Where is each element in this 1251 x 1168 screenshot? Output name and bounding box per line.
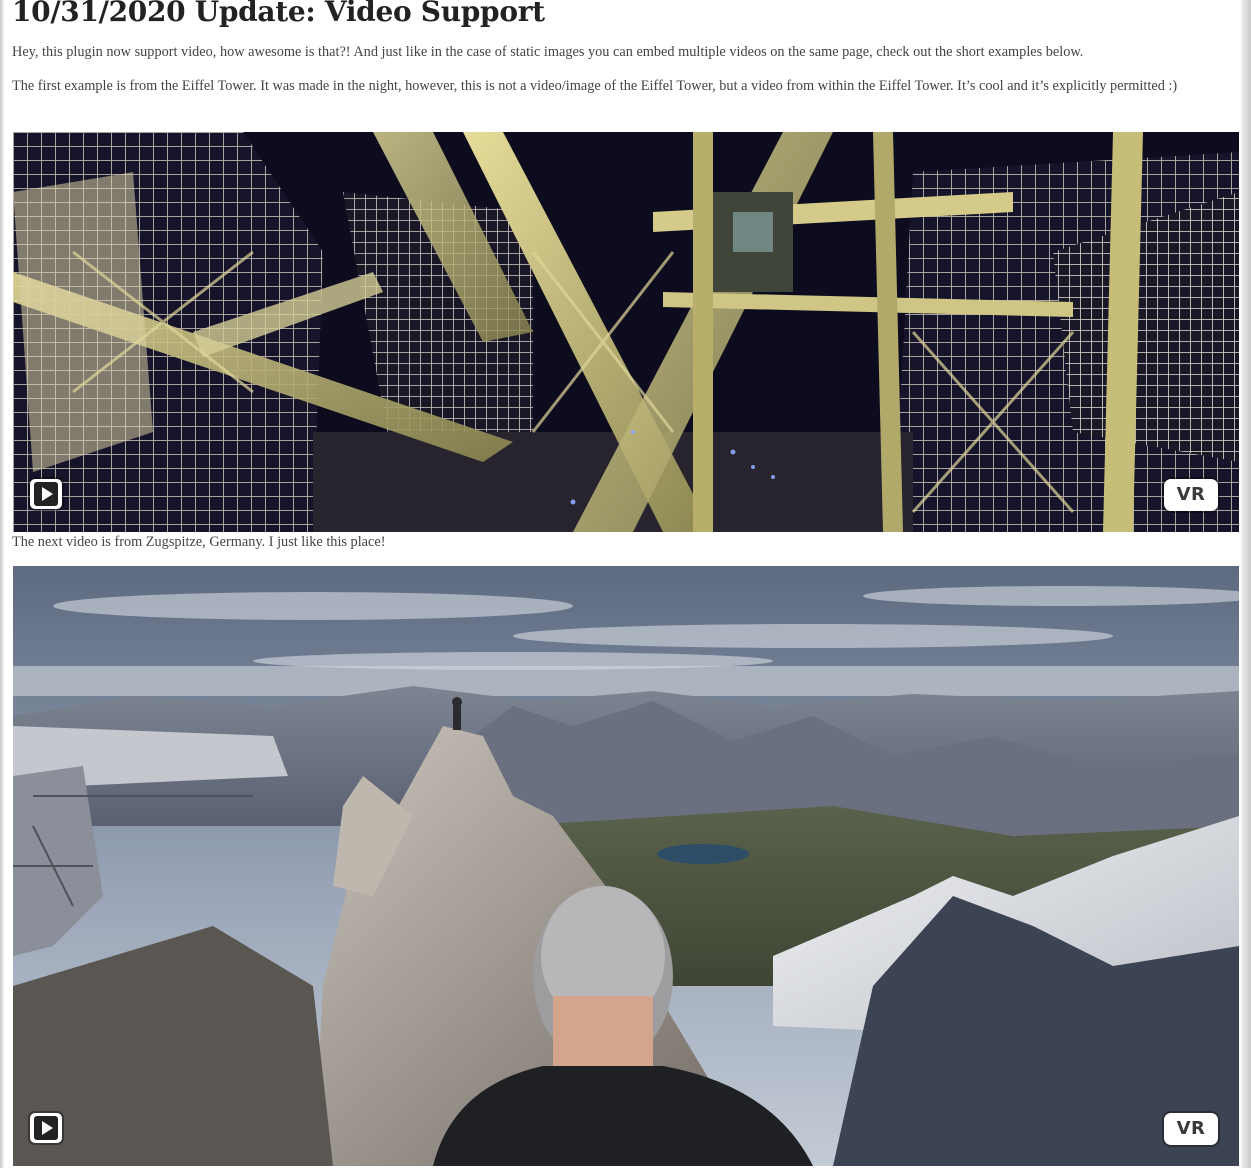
page-title: 10/31/2020 Update: Video Support — [12, 0, 545, 28]
play-icon — [34, 1116, 58, 1140]
zugspitze-video-player[interactable]: VR — [13, 566, 1239, 1166]
eiffel-tower-video-frame — [13, 132, 1239, 532]
intro-paragraph: Hey, this plugin now support video, how … — [12, 44, 1084, 60]
zugspitze-description: The next video is from Zugspitze, German… — [12, 534, 386, 550]
play-button[interactable] — [30, 1113, 62, 1143]
eiffel-description: The first example is from the Eiffel Tow… — [12, 78, 1178, 94]
zugspitze-video-frame — [13, 566, 1239, 1166]
vr-mode-button[interactable]: VR — [1164, 1113, 1218, 1145]
page-left-edge — [0, 0, 4, 1168]
eiffel-tower-video-player[interactable]: VR — [13, 132, 1239, 532]
page-scrollbar-track[interactable] — [1241, 0, 1251, 1168]
play-button[interactable] — [30, 479, 62, 509]
play-icon — [34, 482, 58, 506]
vr-mode-button[interactable]: VR — [1164, 479, 1218, 511]
